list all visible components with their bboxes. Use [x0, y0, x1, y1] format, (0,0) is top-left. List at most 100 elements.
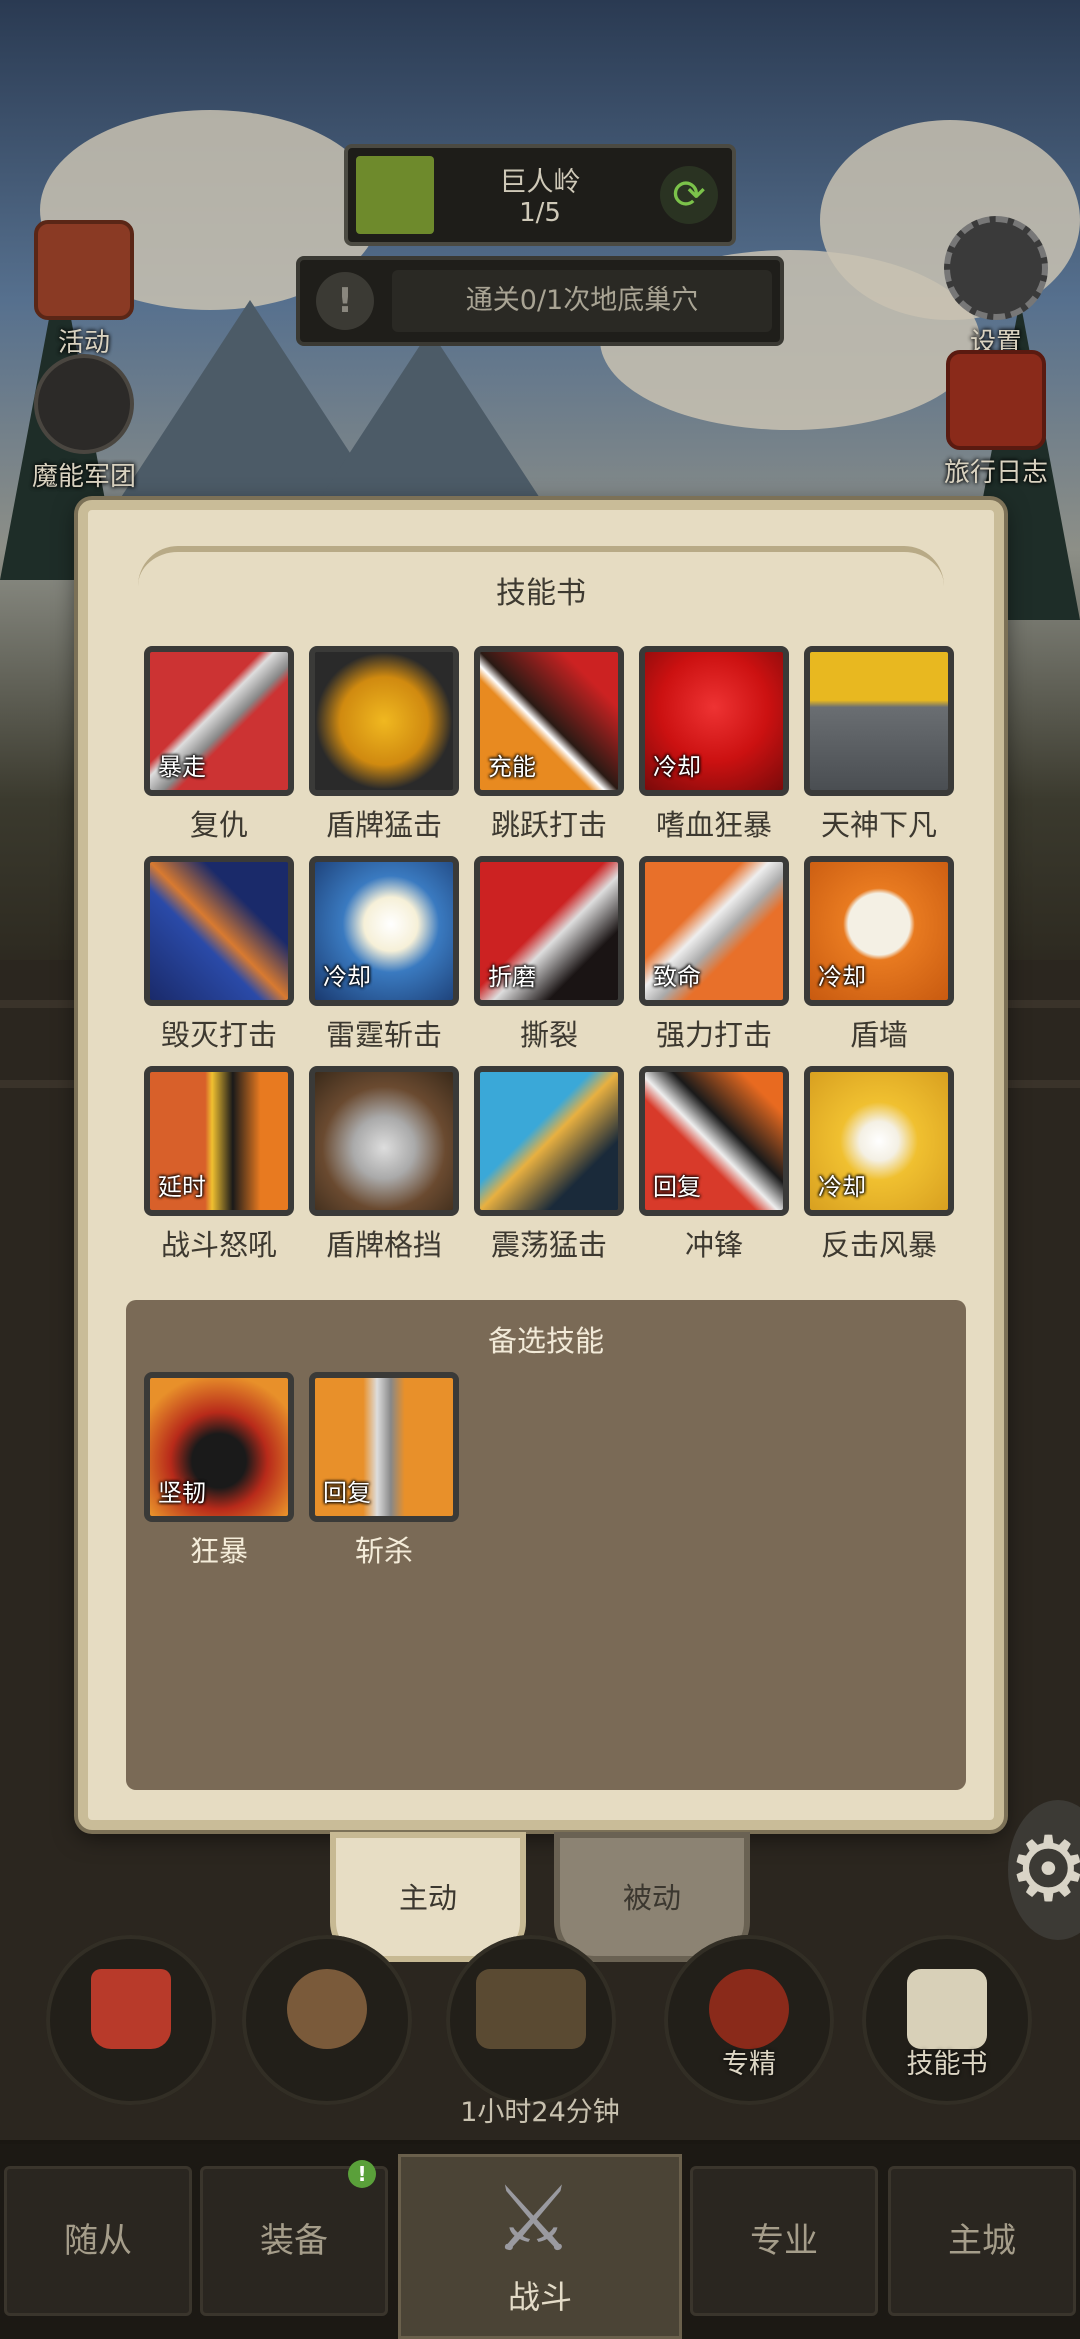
skill-slot[interactable]: 毁灭打击 — [144, 856, 294, 1054]
skill-tile — [474, 1066, 624, 1216]
event-board-icon — [34, 220, 134, 320]
skill-slot[interactable]: 冷却 嗜血狂暴 — [639, 646, 789, 844]
skill-tile — [309, 1066, 459, 1216]
specialize-button[interactable]: 专精 — [664, 1935, 834, 2105]
legion-emblem-icon — [34, 354, 134, 454]
bottom-nav: 随从 装备 ⚔ 战斗 专业 主城 — [0, 2144, 1080, 2339]
potion-slot[interactable] — [46, 1935, 216, 2105]
nav-battle-label: 战斗 — [507, 2278, 572, 2316]
skillbook-button[interactable]: 技能书 — [862, 1935, 1032, 2105]
skill-name: 复仇 — [189, 808, 248, 842]
specialize-label: 专精 — [722, 2049, 776, 2080]
skill-tile: 回复 — [309, 1372, 459, 1522]
quest-text: 通关0/1次地底巢穴 — [465, 285, 699, 316]
book-icon — [907, 1969, 987, 2049]
skill-tile: 致命 — [639, 856, 789, 1006]
skill-name: 盾牌猛击 — [325, 808, 442, 842]
skill-slot[interactable]: 致命 强力打击 — [639, 856, 789, 1054]
skill-tile: 折磨 — [474, 856, 624, 1006]
skill-badge: 冷却 — [818, 963, 866, 991]
skill-tile: 充能 — [474, 646, 624, 796]
skill-slot[interactable]: 回复 冲锋 — [639, 1066, 789, 1264]
side-button-journal[interactable]: 旅行日志 — [926, 350, 1066, 489]
skill-slot[interactable]: 充能 跳跃打击 — [474, 646, 624, 844]
nav-battle[interactable]: ⚔ 战斗 — [398, 2154, 682, 2339]
skill-badge: 冷却 — [818, 1173, 866, 1201]
specialize-icon — [709, 1969, 789, 2049]
skillbook-label: 技能书 — [906, 2049, 988, 2080]
skill-badge: 回复 — [323, 1479, 371, 1507]
skill-tile: 延时 — [144, 1066, 294, 1216]
skill-slot[interactable]: 冷却 反击风暴 — [804, 1066, 954, 1264]
side-button-settings[interactable]: 设置 — [926, 216, 1066, 359]
skill-name: 强力打击 — [655, 1018, 772, 1052]
skill-name: 毁灭打击 — [160, 1018, 277, 1052]
skill-name: 冲锋 — [684, 1228, 743, 1262]
quest-banner[interactable]: ! 通关0/1次地底巢穴 — [296, 256, 784, 346]
skill-tile — [804, 646, 954, 796]
devastate-icon — [150, 862, 288, 1000]
alert-icon: ! — [316, 272, 374, 330]
treasure-chest-slot[interactable] — [446, 1935, 616, 2105]
skill-badge: 回复 — [653, 1173, 701, 1201]
nav-city[interactable]: 主城 — [888, 2166, 1076, 2316]
skillbook-panel: 技能书 暴走 复仇 盾牌猛击 充能 跳跃打击 冷却 嗜血狂暴 天神下凡 毁灭打击… — [78, 500, 1004, 1830]
skill-slot[interactable]: 折磨 撕裂 — [474, 856, 624, 1054]
skill-name: 天神下凡 — [820, 808, 937, 842]
skill-slot[interactable]: 盾牌格挡 — [309, 1066, 459, 1264]
cog-icon[interactable]: ⚙ — [1008, 1800, 1080, 1940]
alt-skill-slot[interactable]: 坚韧 狂暴 — [144, 1372, 294, 1570]
skill-slot[interactable]: 冷却 雷霆斩击 — [309, 856, 459, 1054]
quest-text-container: 通关0/1次地底巢穴 — [392, 270, 772, 332]
skill-badge: 延时 — [158, 1173, 206, 1201]
chest-icon — [476, 1969, 586, 2049]
stage-progress-box: 巨人岭 1/5 ⟳ — [344, 144, 736, 246]
bread-icon — [287, 1969, 367, 2049]
skill-slot[interactable]: 暴走 复仇 — [144, 646, 294, 844]
chest-timer: 1小时24分钟 — [460, 2097, 620, 2128]
crossed-swords-icon: ⚔ — [493, 2167, 574, 2272]
skill-badge: 坚韧 — [158, 1479, 206, 1507]
gear-icon — [944, 216, 1048, 320]
skill-name: 狂暴 — [189, 1534, 248, 1568]
side-button-events[interactable]: 活动 — [14, 220, 154, 359]
refresh-icon[interactable]: ⟳ — [660, 166, 718, 224]
skill-slot[interactable]: 天神下凡 — [804, 646, 954, 844]
skill-name: 嗜血狂暴 — [655, 808, 772, 842]
concussion-blow-icon — [480, 1072, 618, 1210]
shield-bash-icon — [315, 652, 453, 790]
skill-name: 震荡猛击 — [490, 1228, 607, 1262]
panel-title: 技能书 — [496, 576, 586, 611]
shield-block-icon — [315, 1072, 453, 1210]
skill-slot[interactable]: 盾牌猛击 — [309, 646, 459, 844]
food-slot[interactable] — [242, 1935, 412, 2105]
skill-name: 雷霆斩击 — [325, 1018, 442, 1052]
skill-name: 撕裂 — [519, 1018, 578, 1052]
skill-tile — [309, 646, 459, 796]
nav-profession[interactable]: 专业 — [690, 2166, 878, 2316]
skill-tile: 冷却 — [804, 1066, 954, 1216]
avatar-icon — [810, 652, 948, 790]
skill-tile: 坚韧 — [144, 1372, 294, 1522]
skill-name: 战斗怒吼 — [160, 1228, 277, 1262]
notification-badge: ! — [348, 2160, 376, 2188]
skill-slot[interactable]: 冷却 盾墙 — [804, 856, 954, 1054]
skill-name: 盾墙 — [849, 1018, 908, 1052]
nav-equipment[interactable]: 装备 — [200, 2166, 388, 2316]
skill-badge: 冷却 — [653, 753, 701, 781]
potion-icon — [91, 1969, 171, 2049]
alt-skill-slot[interactable]: 回复 斩杀 — [309, 1372, 459, 1570]
skill-name: 跳跃打击 — [490, 808, 607, 842]
side-button-label: 旅行日志 — [943, 458, 1048, 488]
skill-badge: 折磨 — [488, 963, 536, 991]
skill-tile — [144, 856, 294, 1006]
side-button-legion[interactable]: 魔能军团 — [14, 354, 154, 493]
skill-name: 反击风暴 — [820, 1228, 937, 1262]
skill-badge: 充能 — [488, 753, 536, 781]
skill-slot[interactable]: 震荡猛击 — [474, 1066, 624, 1264]
skill-tile: 回复 — [639, 1066, 789, 1216]
alternate-skills-area: 备选技能 坚韧 狂暴 回复 斩杀 — [126, 1300, 966, 1790]
skill-slot[interactable]: 延时 战斗怒吼 — [144, 1066, 294, 1264]
nav-followers[interactable]: 随从 — [4, 2166, 192, 2316]
skill-badge: 暴走 — [158, 753, 206, 781]
